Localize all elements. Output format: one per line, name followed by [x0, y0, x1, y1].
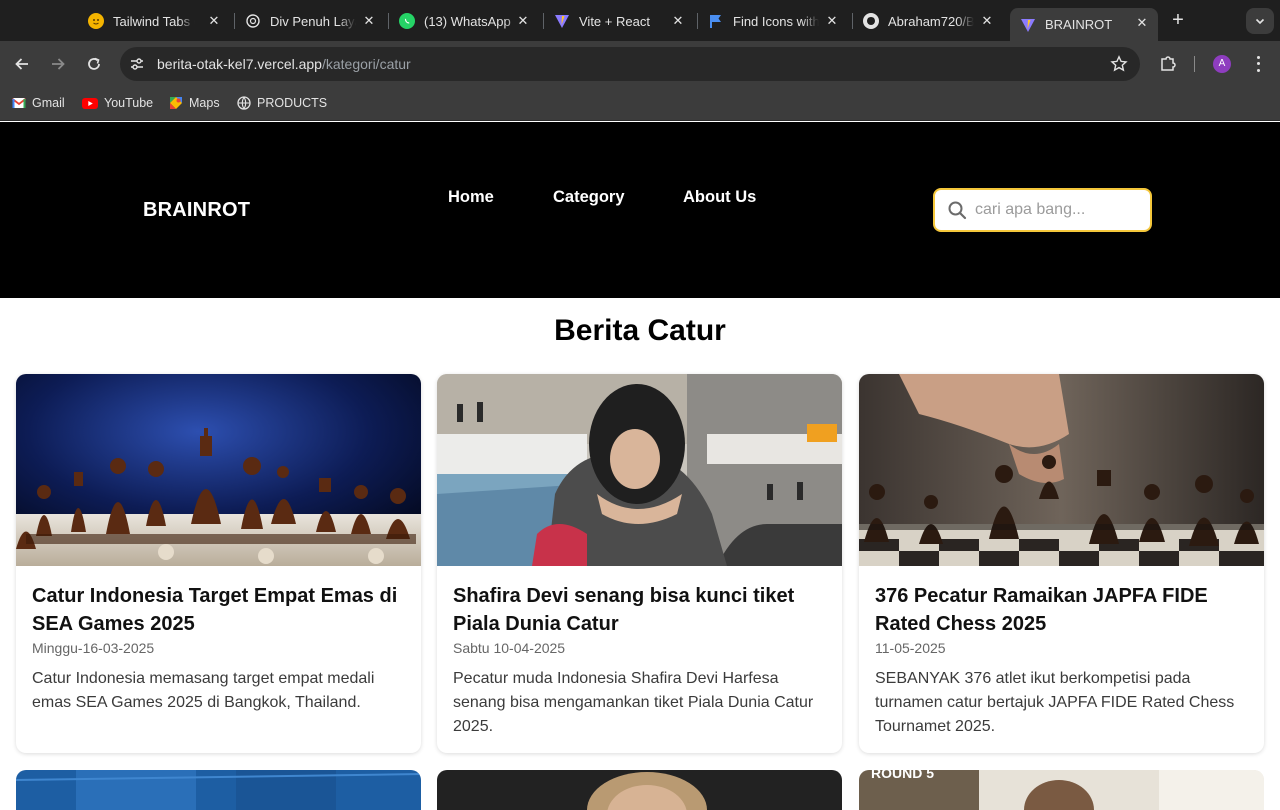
- close-tab-icon[interactable]: ✕: [515, 13, 531, 29]
- browser-tab[interactable]: Vite + React ✕: [544, 6, 694, 36]
- news-card[interactable]: Catur Indonesia Target Empat Emas di SEA…: [16, 374, 421, 753]
- browser-tab[interactable]: Tailwind Tabs Compo ✕: [78, 6, 230, 36]
- bookmark-label: Maps: [189, 96, 220, 110]
- tab-title: Abraham720/Brainrot: [888, 13, 974, 29]
- address-bar[interactable]: berita-otak-kel7.vercel.app/kategori/cat…: [120, 47, 1140, 81]
- maps-icon: [170, 97, 182, 109]
- news-card-next-row[interactable]: [16, 770, 421, 810]
- site-header: BRAINROT Home Category About Us: [0, 122, 1280, 298]
- news-card[interactable]: Shafira Devi senang bisa kunci tiket Pia…: [437, 374, 842, 753]
- bookmark-label: Gmail: [32, 96, 65, 110]
- news-card-image[interactable]: [859, 374, 1264, 566]
- search-icon: [948, 201, 967, 220]
- close-tab-icon[interactable]: ✕: [979, 13, 995, 29]
- bookmarks-bar: Gmail YouTube Maps PRODUCTS: [0, 87, 1280, 121]
- news-card-image[interactable]: [437, 374, 842, 566]
- extensions-puzzle-icon[interactable]: [1158, 53, 1178, 73]
- tab-title: Find Icons with the: [733, 13, 819, 29]
- openai-icon: [245, 13, 261, 29]
- news-card-title[interactable]: Shafira Devi senang bisa kunci tiket Pia…: [453, 582, 828, 638]
- tab-title: Tailwind Tabs Compo: [113, 13, 195, 29]
- bookmark-maps[interactable]: Maps: [169, 96, 220, 110]
- reload-button[interactable]: [82, 52, 106, 76]
- browser-tab[interactable]: (13) WhatsApp ✕: [389, 6, 539, 36]
- toolbar-divider: [1194, 56, 1195, 72]
- globe-icon: [237, 96, 251, 110]
- vite-icon: [554, 13, 570, 29]
- news-card-image-caption: ROUND 5: [871, 770, 934, 781]
- arrow-left-icon: [15, 58, 28, 70]
- news-card-title[interactable]: 376 Pecatur Ramaikan JAPFA FIDE Rated Ch…: [875, 582, 1250, 638]
- browser-tab[interactable]: Abraham720/Brainrot ✕: [853, 6, 1003, 36]
- site-info-icon[interactable]: [129, 56, 145, 72]
- nav-link-category[interactable]: Category: [553, 188, 625, 207]
- close-tab-icon[interactable]: ✕: [824, 13, 840, 29]
- gmail-icon: [12, 98, 26, 108]
- news-card-description: SEBANYAK 376 atlet ikut berkompetisi pad…: [875, 670, 1235, 735]
- close-tab-icon[interactable]: ✕: [670, 13, 686, 29]
- github-icon: [863, 13, 879, 29]
- news-card-next-row[interactable]: ROUND 5: [859, 770, 1264, 810]
- search-input[interactable]: [975, 198, 1143, 222]
- close-tab-icon[interactable]: ✕: [361, 13, 377, 29]
- site-logo[interactable]: BRAINROT: [143, 199, 250, 222]
- news-card-next-row[interactable]: [437, 770, 842, 810]
- browser-tab[interactable]: Find Icons with the ✕: [698, 6, 848, 36]
- news-card-description: Catur Indonesia memasang target empat me…: [32, 670, 375, 711]
- flag-icon: [708, 13, 724, 29]
- tab-title: Vite + React: [579, 13, 650, 29]
- news-card-date: Minggu-16-03-2025: [32, 640, 155, 656]
- profile-avatar[interactable]: A: [1213, 55, 1231, 73]
- tab-title: (13) WhatsApp: [424, 13, 511, 29]
- news-card-image[interactable]: [16, 374, 421, 566]
- url-path: /kategori/catur: [321, 56, 411, 72]
- bookmark-label: YouTube: [104, 96, 154, 110]
- news-card-date: 11-05-2025: [875, 640, 946, 656]
- nav-link-home[interactable]: Home: [448, 188, 494, 207]
- bookmark-gmail[interactable]: Gmail: [12, 96, 65, 110]
- youtube-icon: [82, 98, 98, 109]
- forward-button[interactable]: [46, 52, 70, 76]
- tab-search-button[interactable]: [1246, 8, 1274, 34]
- site-search-box[interactable]: [933, 188, 1152, 232]
- url-host: berita-otak-kel7.vercel.app: [157, 56, 322, 72]
- browser-tab-strip: Tailwind Tabs Compo ✕ Div Penuh Layar ✕ …: [0, 0, 1280, 41]
- vite-icon: [1020, 17, 1036, 33]
- news-card-title[interactable]: Catur Indonesia Target Empat Emas di SEA…: [32, 582, 407, 638]
- browser-tab[interactable]: Div Penuh Layar ✕: [235, 6, 385, 36]
- bookmark-star-icon[interactable]: [1110, 55, 1128, 73]
- tab-title: BRAINROT: [1045, 17, 1113, 32]
- url-text: berita-otak-kel7.vercel.app/kategori/cat…: [157, 56, 411, 72]
- news-card-image[interactable]: [16, 770, 421, 810]
- bookmark-label: PRODUCTS: [257, 96, 328, 110]
- arrow-right-icon: [52, 58, 65, 70]
- browser-tab-active[interactable]: BRAINROT ✕: [1010, 8, 1158, 41]
- emoji-face-icon: [88, 13, 104, 29]
- news-card[interactable]: 376 Pecatur Ramaikan JAPFA FIDE Rated Ch…: [859, 374, 1264, 753]
- nav-link-about-us[interactable]: About Us: [683, 188, 756, 207]
- bookmark-products[interactable]: PRODUCTS: [237, 96, 327, 110]
- browser-toolbar: berita-otak-kel7.vercel.app/kategori/cat…: [0, 41, 1280, 87]
- news-card-image[interactable]: ROUND 5: [859, 770, 1264, 810]
- back-button[interactable]: [10, 52, 34, 76]
- news-card-image[interactable]: [437, 770, 842, 810]
- close-tab-icon[interactable]: ✕: [206, 13, 222, 29]
- bookmark-youtube[interactable]: YouTube: [82, 96, 153, 110]
- page-title: Berita Catur: [554, 314, 726, 347]
- chevron-down-icon: [1255, 18, 1265, 25]
- news-card-description: Pecatur muda Indonesia Shafira Devi Harf…: [453, 670, 814, 735]
- tab-title: Div Penuh Layar: [270, 13, 356, 29]
- reload-icon: [88, 57, 100, 70]
- close-tab-icon[interactable]: ✕: [1134, 15, 1150, 31]
- whatsapp-icon: [399, 13, 415, 29]
- browser-menu-icon[interactable]: [1252, 54, 1264, 74]
- new-tab-icon[interactable]: +: [1167, 9, 1189, 31]
- news-card-date: Sabtu 10-04-2025: [453, 640, 566, 656]
